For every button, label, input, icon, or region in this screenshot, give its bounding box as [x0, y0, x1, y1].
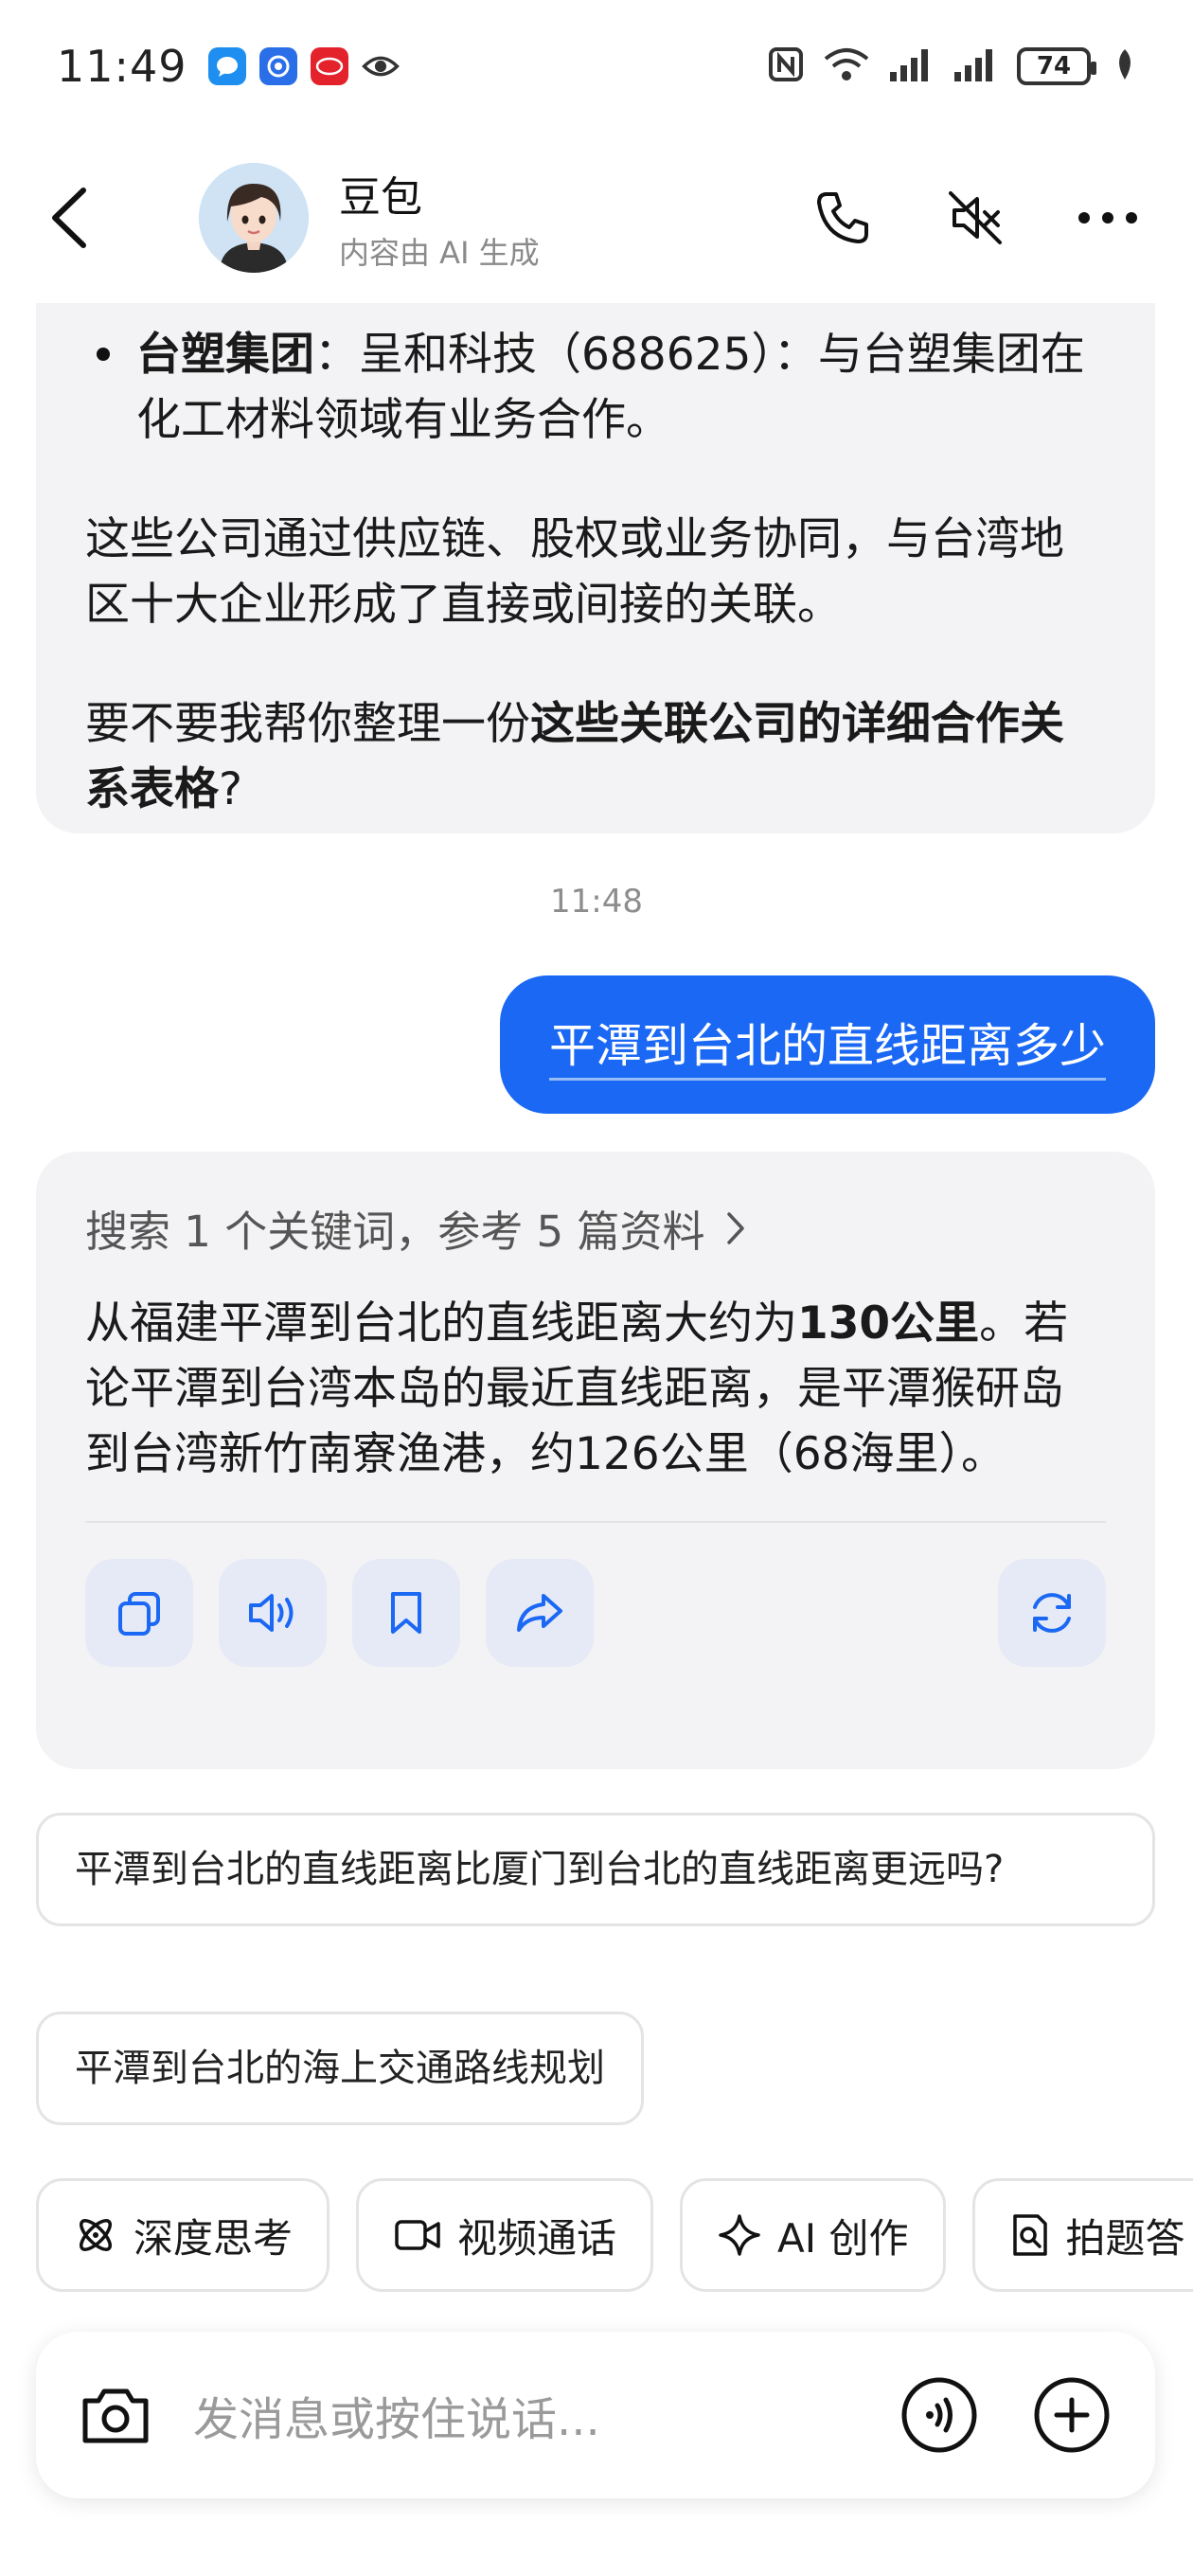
- search-summary-link[interactable]: 搜索 1 个关键词，参考 5 篇资料: [85, 1197, 1106, 1259]
- refresh-icon: [1033, 1593, 1071, 1633]
- share-button[interactable]: [486, 1559, 594, 1667]
- camera-icon: [82, 2388, 149, 2443]
- answer-text: 从福建平潭到台北的直线距离大约为130公里。若论平潭到台湾本岛的最近直线距离，是…: [85, 1297, 1069, 1480]
- bullet-bold-text: 台塑集团: [136, 329, 314, 381]
- message-input[interactable]: 发消息或按住说话...: [193, 2382, 846, 2448]
- notification-icons: [207, 47, 400, 85]
- chat-scroll-area[interactable]: 台塑集团：呈和科技（688625）：与台塑集团在化工材料领域有业务合作。 这些公…: [0, 303, 1193, 2349]
- status-time: 11:49: [57, 41, 187, 92]
- deep-think-chip[interactable]: 深度思考: [36, 2178, 330, 2292]
- add-button[interactable]: [1032, 2375, 1112, 2455]
- call-button[interactable]: [805, 180, 881, 256]
- scan-doc-icon: [1012, 2214, 1047, 2256]
- message-input-bar: 发消息或按住说话...: [36, 2332, 1155, 2498]
- read-aloud-button[interactable]: [219, 1559, 327, 1667]
- chevron-left-icon: [52, 188, 86, 248]
- status-indicators: 74: [767, 45, 1136, 87]
- more-dots-icon: [1078, 212, 1137, 224]
- nfc-icon: [767, 45, 805, 87]
- signal-icon-2: [953, 45, 1000, 87]
- user-message-text: 平潭到台北的直线距离多少: [548, 1009, 1106, 1081]
- video-icon: [395, 2220, 440, 2250]
- chevron-right-icon: [727, 1211, 745, 1244]
- suggestion-chip-1[interactable]: 平潭到台北的直线距离比厦门到台北的直线距离更远吗?: [36, 1813, 1155, 1926]
- bot-message-answer: 搜索 1 个关键词，参考 5 篇资料 从福建平潭到台北的直线距离大约为130公里…: [36, 1152, 1155, 1769]
- paragraph: 这些公司通过供应链、股权或业务协同，与台湾地区十大企业形成了直接或间接的关联。: [85, 513, 1064, 631]
- more-button[interactable]: [1070, 180, 1146, 256]
- ai-create-chip[interactable]: AI 创作: [680, 2178, 946, 2292]
- share-arrow-icon: [517, 1594, 562, 1632]
- hand-app-icon: [258, 47, 297, 85]
- eye-icon: [361, 47, 400, 85]
- search-summary-text: 搜索 1 个关键词，参考 5 篇资料: [85, 1207, 705, 1257]
- divider: [85, 1521, 1106, 1523]
- bot-name: 豆包: [339, 173, 422, 222]
- signal-icon-1: [888, 45, 935, 87]
- header-actions: [805, 180, 1146, 256]
- copy-button[interactable]: [85, 1559, 193, 1667]
- atom-icon: [80, 2219, 112, 2251]
- speaker-icon: [249, 1594, 294, 1632]
- photo-question-chip[interactable]: 拍题答: [971, 2178, 1193, 2292]
- sparkle-icon: [719, 2214, 760, 2256]
- bookmark-icon: [391, 1592, 421, 1634]
- voice-wave-icon: [901, 2377, 977, 2453]
- regenerate-button[interactable]: [998, 1559, 1106, 1667]
- battery-indicator: 74: [1017, 47, 1096, 85]
- message-timestamp: 11:48: [550, 883, 643, 921]
- user-message[interactable]: 平潭到台北的直线距离多少: [499, 975, 1155, 1114]
- voice-button[interactable]: [899, 2375, 979, 2455]
- copy-icon: [118, 1592, 160, 1636]
- byd-app-icon: [310, 47, 348, 85]
- phone-icon: [817, 192, 868, 243]
- camera-button[interactable]: [80, 2384, 151, 2446]
- avatar[interactable]: [199, 163, 309, 273]
- bookmark-button[interactable]: [352, 1559, 460, 1667]
- ai-generated-label: 内容由 AI 生成: [339, 235, 540, 271]
- video-call-chip[interactable]: 视频通话: [356, 2178, 654, 2292]
- plus-circle-icon: [1034, 2377, 1110, 2453]
- speaker-muted-icon: [949, 191, 1002, 244]
- list-item: 台塑集团：呈和科技（688625）：与台塑集团在化工材料领域有业务合作。: [85, 322, 1106, 453]
- bullet-icon: [97, 348, 110, 361]
- wifi-icon: [822, 45, 871, 87]
- mute-button[interactable]: [937, 180, 1013, 256]
- status-bar: 11:49 74: [0, 0, 1193, 133]
- leaf-icon: [1113, 47, 1136, 85]
- bot-message-previous: 台塑集团：呈和科技（688625）：与台塑集团在化工材料领域有业务合作。 这些公…: [36, 303, 1155, 833]
- chat-header: 豆包 内容由 AI 生成: [0, 133, 1193, 303]
- tool-chips: 深度思考 视频通话 AI 创作 拍题答: [36, 2178, 1193, 2292]
- suggestion-chip-2[interactable]: 平潭到台北的海上交通路线规划: [36, 2012, 644, 2125]
- bot-info: 豆包 内容由 AI 生成: [339, 163, 540, 273]
- paragraph-offer: 要不要我帮你整理一份这些关联公司的详细合作关系表格?: [85, 698, 1064, 815]
- back-button[interactable]: [47, 180, 114, 256]
- message-app-icon: [207, 47, 246, 85]
- message-actions: [85, 1559, 1106, 1667]
